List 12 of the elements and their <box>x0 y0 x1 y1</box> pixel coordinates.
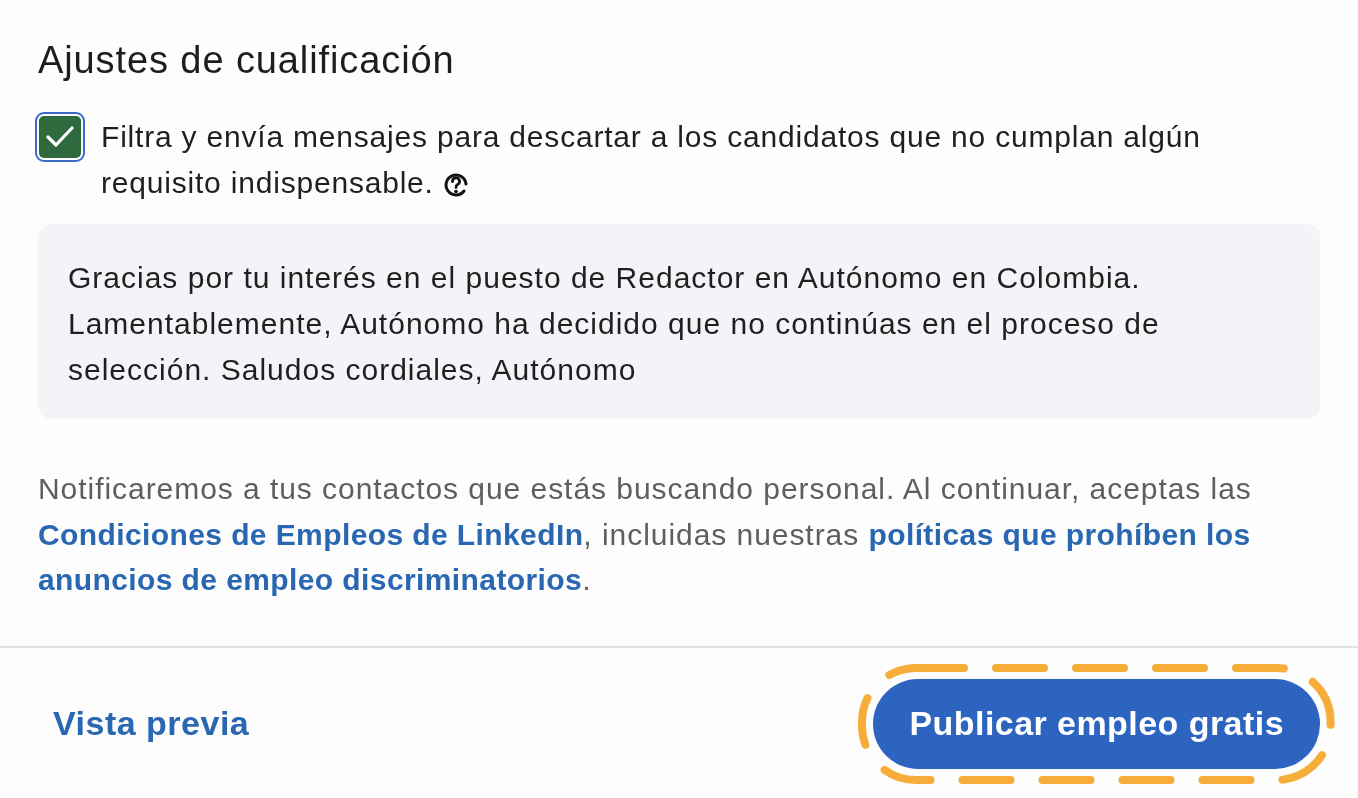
section-title: Ajustes de cualificación <box>38 38 456 82</box>
checkmark-icon <box>46 126 74 148</box>
terms-link[interactable]: Condiciones de Empleos de LinkedIn <box>38 517 584 551</box>
terms-link[interactable]: políticas que prohíben los <box>868 517 1251 551</box>
notice-text: Notificaremos a tus contactos que estás buscando personal. Al continuar, aceptas las Condiciones de Empleos de LinkedIn, incluidas nuestras políticas que prohíben los anuncios de empleo discriminatorios. <box>38 471 1253 598</box>
checkbox-label: Filtra y envía mensajes para descartar a los candidatos que no cumplan algún requisito indispensable. <box>101 119 1202 201</box>
message-preview: Gracias por tu interés en el puesto de Redactor en Autónomo en Colombia. Lamentablemente, Autónomo ha decidido que no continúas en el proceso de selección. Saludos cordiales, Autónomo <box>38 224 1320 419</box>
terms-link[interactable]: anuncios de empleo discriminatorios <box>38 563 583 596</box>
publish-button[interactable]: Publicar empleo gratis <box>873 678 1320 769</box>
help-icon[interactable] <box>442 171 469 197</box>
preview-button[interactable]: Vista previa <box>38 690 265 757</box>
checkbox[interactable] <box>35 112 85 162</box>
